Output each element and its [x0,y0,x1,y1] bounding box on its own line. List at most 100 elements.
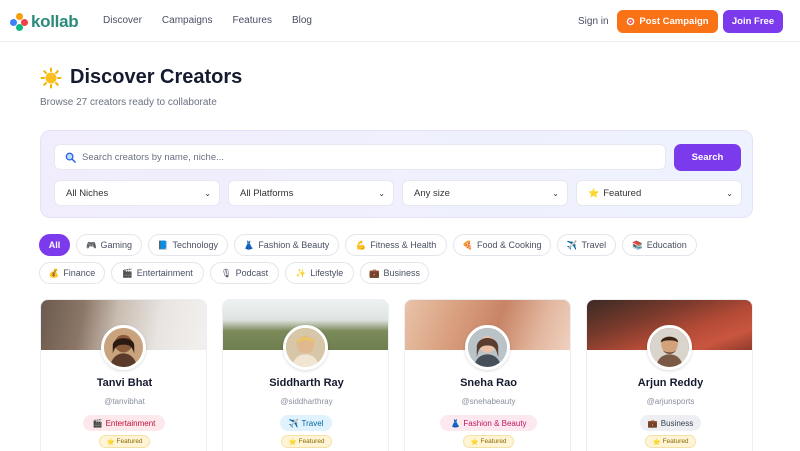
sort-select[interactable]: ⭐ Featured ⌄ [576,180,742,206]
creator-handle: @snehabeauty [461,397,516,406]
post-campaign-label: Post Campaign [639,16,709,27]
page-title: Discover Creators [40,66,242,89]
star-icon: ⭐ [470,438,479,446]
clapperboard-icon: 🎬 [122,267,133,278]
creator-handle: @arjunsports [646,397,695,406]
creator-card[interactable]: Tanvi Bhat @tanvibhat 🎬 Entertainment ⭐ … [40,299,207,451]
airplane-icon: ✈️ [288,418,299,428]
platform-select-value: All Platforms [240,187,294,199]
chip-entertainment[interactable]: 🎬 Entertainment [111,262,204,284]
chevron-down-icon: ⌄ [726,188,733,198]
chip-food-cooking[interactable]: 🍕 Food & Cooking [453,234,551,256]
niche-select-value: All Niches [66,187,109,199]
sort-select-value: Featured [603,187,642,199]
top-nav: kollab Discover Campaigns Features Blog … [0,0,800,42]
sun-icon [40,67,62,88]
creator-card[interactable]: Arjun Reddy @arjunsports 💼 Business ⭐ Fe… [586,299,753,451]
featured-badge: ⭐ Featured [645,435,696,448]
nav-link-campaigns[interactable]: Campaigns [162,15,213,26]
chip-finance[interactable]: 💰 Finance [39,262,105,284]
chip-technology[interactable]: 📘 Technology [148,234,228,256]
star-icon: ⭐ [106,438,115,446]
creator-handle: @siddharthray [280,397,333,406]
chip-travel[interactable]: ✈️ Travel [557,234,616,256]
search-panel: Search All Niches ⌄ All Platforms ⌄ Any … [40,130,753,218]
creator-handle: @tanvibhat [104,397,145,406]
size-select[interactable]: Any size ⌄ [402,180,568,206]
star-icon: ⭐ [588,187,600,198]
niche-badge: 👗 Fashion & Beauty [440,415,537,431]
post-campaign-button[interactable]: Post Campaign [617,10,718,33]
featured-badge: ⭐ Featured [281,435,332,448]
book-icon: 📘 [157,239,169,250]
creator-name: Tanvi Bhat [96,377,153,389]
avatar [647,325,692,370]
search-box[interactable] [54,144,666,170]
creator-name: Arjun Reddy [637,377,704,389]
niche-badge: 💼 Business [640,415,701,431]
chip-label: Fitness & Health [370,240,437,250]
airplane-icon: ✈️ [566,239,578,250]
featured-badge: ⭐ Featured [99,435,150,448]
chip-label: Entertainment [136,268,193,278]
size-select-value: Any size [414,187,450,199]
featured-badge: ⭐ Featured [463,435,514,448]
chip-label: Education [646,240,687,250]
search-button[interactable]: Search [674,144,741,171]
books-icon: 📚 [632,239,643,250]
chip-label: Business [383,268,421,278]
chevron-down-icon: ⌄ [378,188,385,198]
niche-label: Entertainment [105,418,156,428]
chevron-down-icon: ⌄ [204,188,211,198]
chip-gaming[interactable]: 🎮 Gaming [76,234,142,256]
featured-label: Featured [298,438,325,445]
chip-label: Finance [63,268,96,278]
chip-fashion-beauty[interactable]: 👗 Fashion & Beauty [234,234,339,256]
creator-name: Siddharth Ray [269,377,344,389]
nav-link-blog[interactable]: Blog [292,15,312,26]
platform-select[interactable]: All Platforms ⌄ [228,180,394,206]
creator-card[interactable]: Siddharth Ray @siddharthray ✈️ Travel ⭐ … [222,299,389,451]
chip-lifestyle[interactable]: ✨ Lifestyle [285,262,354,284]
brand-logo[interactable]: kollab [10,12,79,32]
kollab-logo-icon [10,13,28,31]
featured-label: Featured [480,438,507,445]
star-icon: ⭐ [652,438,661,446]
chip-label: All [48,240,61,250]
dress-icon: 👗 [243,239,255,250]
chip-podcast[interactable]: 🎙 Podcast [210,262,279,284]
search-input[interactable] [82,151,642,163]
sign-in-link[interactable]: Sign in [578,16,609,27]
target-icon [627,17,635,26]
dress-icon: 👗 [450,418,461,428]
creator-card[interactable]: Sneha Rao @snehabeauty 👗 Fashion & Beaut… [404,299,571,451]
gamepad-icon: 🎮 [85,239,97,250]
chip-label: Gaming [100,240,133,250]
chip-label: Food & Cooking [477,240,542,250]
chip-education[interactable]: 📚 Education [622,234,697,256]
join-free-button[interactable]: Join Free [723,10,783,33]
chip-all[interactable]: All [39,234,70,256]
chip-business[interactable]: 💼 Business [360,262,429,284]
nav-link-features[interactable]: Features [233,15,272,26]
chip-fitness-health[interactable]: 💪 Fitness & Health [345,234,447,256]
briefcase-icon: 💼 [368,267,380,278]
niche-badge: ✈️ Travel [280,415,332,431]
clapperboard-icon: 🎬 [92,418,103,428]
muscle-icon: 💪 [355,239,367,250]
creator-name: Sneha Rao [460,377,517,389]
chip-label: Lifestyle [310,268,344,278]
chevron-down-icon: ⌄ [552,188,559,198]
featured-label: Featured [662,438,689,445]
sort-select-label: ⭐ Featured [588,188,641,199]
niche-label: Travel [301,418,324,428]
money-bag-icon: 💰 [48,267,60,278]
niche-label: Business [660,418,694,428]
avatar [283,325,328,370]
chip-label: Fashion & Beauty [258,240,330,250]
niche-select[interactable]: All Niches ⌄ [54,180,220,206]
nav-links: Discover Campaigns Features Blog [103,15,312,26]
pizza-icon: 🍕 [462,239,474,250]
niche-badge: 🎬 Entertainment [83,415,165,431]
nav-link-discover[interactable]: Discover [103,15,142,26]
